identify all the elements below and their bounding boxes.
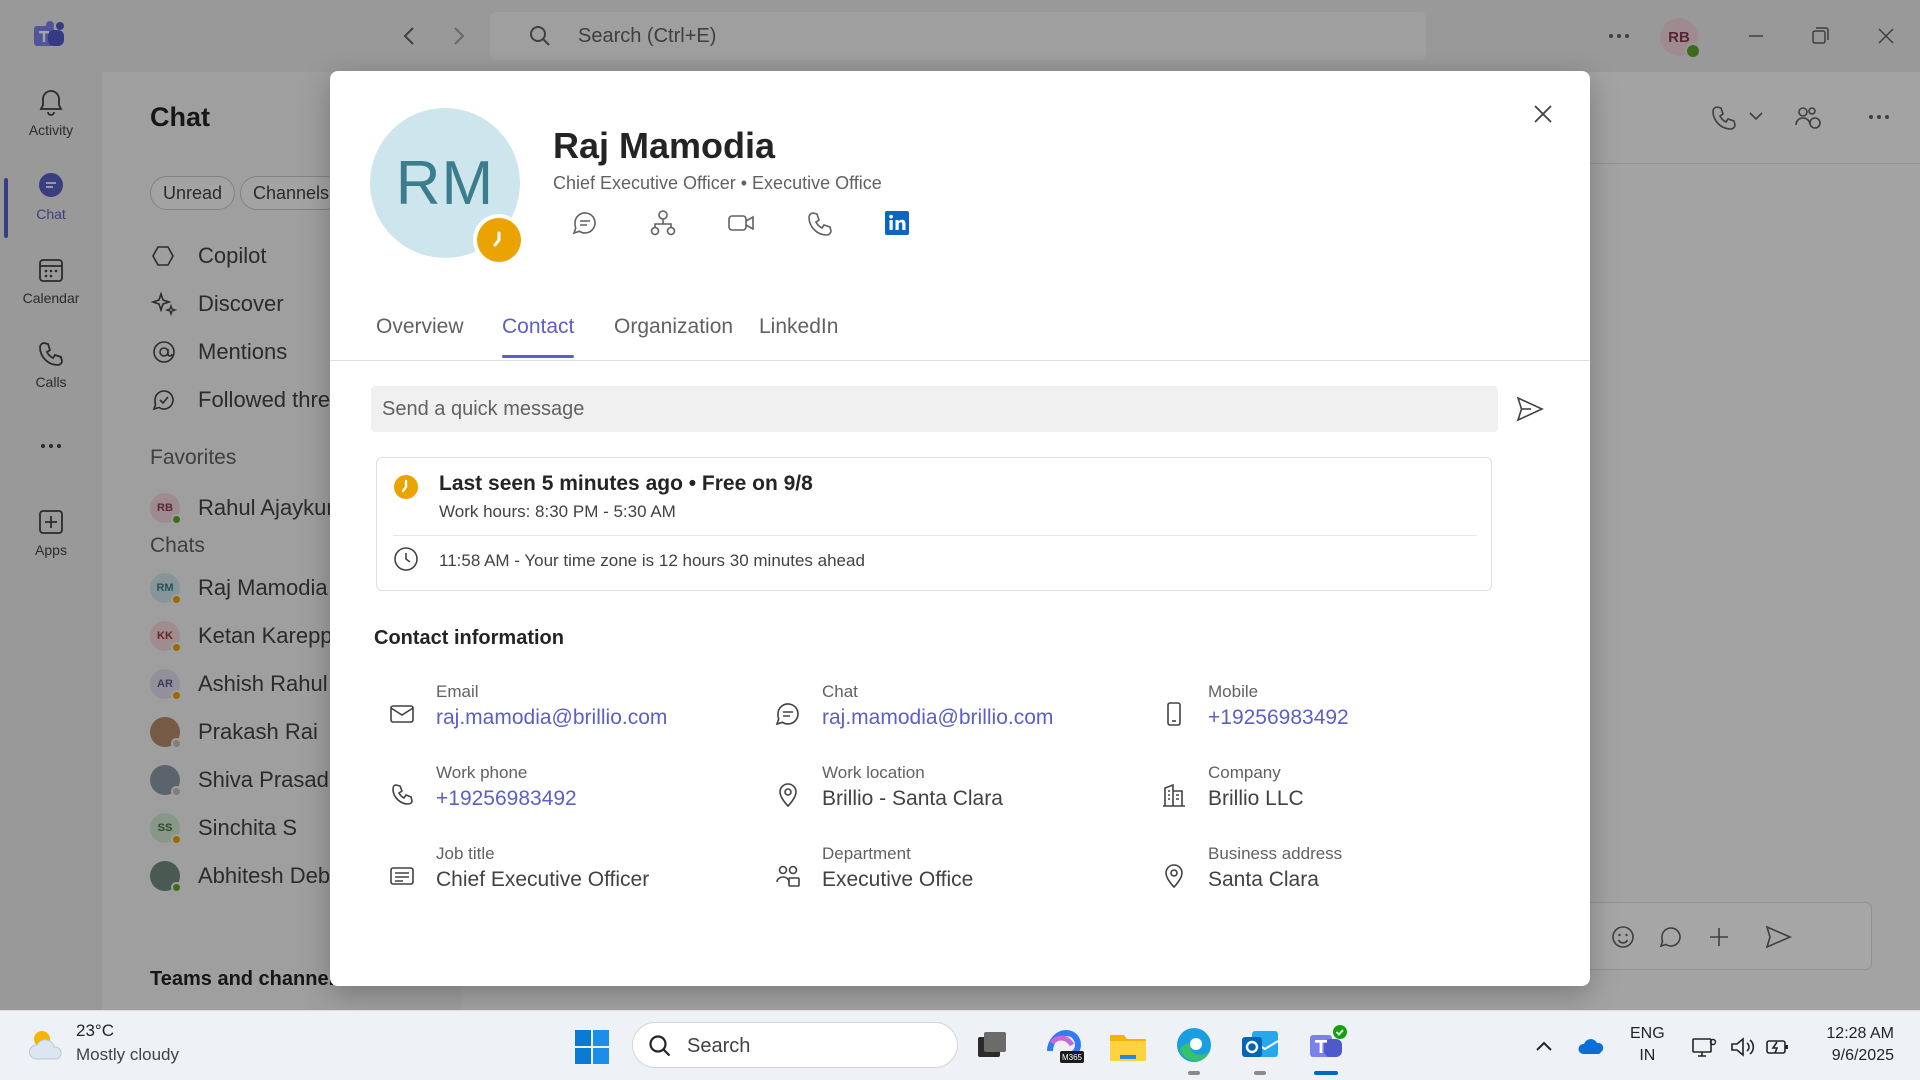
language-indicator[interactable]: ENG IN bbox=[1630, 1023, 1665, 1067]
clock-time: 12:28 AM bbox=[1826, 1025, 1894, 1042]
contact-label: Work phone bbox=[436, 763, 528, 782]
cloudy-weather-icon[interactable] bbox=[26, 1025, 68, 1065]
video-camera-icon bbox=[728, 215, 754, 231]
phone-icon bbox=[808, 212, 832, 236]
contact-work-location: Work location Brillio - Santa Clara bbox=[762, 763, 1122, 823]
chat-bubble-icon bbox=[572, 212, 596, 235]
taskbar-search-label: Search bbox=[687, 1035, 751, 1057]
chevron-up-icon[interactable] bbox=[1530, 1033, 1558, 1061]
taskbar-search[interactable]: Search bbox=[632, 1022, 958, 1068]
contact-job-title: Job title Chief Executive Officer bbox=[376, 844, 736, 904]
contact-label: Work location bbox=[822, 763, 925, 782]
contact-value: Executive Office bbox=[822, 868, 974, 891]
away-status-icon bbox=[394, 475, 418, 499]
location-pin-icon bbox=[779, 783, 797, 808]
mobile-phone-icon bbox=[1167, 702, 1181, 726]
video-call-action[interactable] bbox=[726, 208, 756, 238]
tab-overview[interactable]: Overview bbox=[376, 315, 464, 339]
audio-call-action[interactable] bbox=[804, 208, 834, 238]
volume-icon[interactable] bbox=[1728, 1033, 1756, 1061]
windows-taskbar: 23°C Mostly cloudy Search M365 ENG IN 12:… bbox=[0, 1010, 1920, 1080]
contact-value: Brillio LLC bbox=[1208, 787, 1304, 810]
clock-date: 9/6/2025 bbox=[1831, 1047, 1894, 1064]
contact-business-address: Business address Santa Clara bbox=[1148, 844, 1508, 904]
contact-label: Business address bbox=[1208, 844, 1343, 863]
profile-subtitle: Chief Executive Officer • Executive Offi… bbox=[553, 173, 882, 193]
system-clock[interactable]: 12:28 AM 9/6/2025 bbox=[1812, 1023, 1894, 1067]
contact-label: Job title bbox=[436, 844, 495, 863]
building-icon bbox=[1163, 783, 1185, 807]
time-zone-text: 11:58 AM - Your time zone is 12 hours 30… bbox=[439, 551, 865, 570]
chat-link[interactable]: raj.mamodia@brillio.com bbox=[822, 706, 1053, 730]
battery-charging-icon[interactable] bbox=[1764, 1033, 1792, 1061]
contact-value: Santa Clara bbox=[1208, 868, 1319, 891]
contact-label: Mobile bbox=[1208, 682, 1259, 701]
contact-company: Company Brillio LLC bbox=[1148, 763, 1508, 823]
weather-condition: Mostly cloudy bbox=[76, 1045, 179, 1064]
contact-work-phone: Work phone +19256983492 bbox=[376, 763, 736, 823]
contact-department: Department Executive Office bbox=[762, 844, 1122, 904]
running-indicator bbox=[1254, 1071, 1266, 1075]
department-icon bbox=[776, 865, 800, 887]
availability-card: Last seen 5 minutes ago • Free on 9/8 Wo… bbox=[376, 457, 1492, 591]
card-divider bbox=[393, 535, 1477, 536]
outlook-icon[interactable] bbox=[1238, 1023, 1282, 1067]
location-pin-icon bbox=[1165, 864, 1183, 889]
work-hours-text: Work hours: 8:30 PM - 5:30 AM bbox=[439, 502, 676, 521]
chat-action[interactable] bbox=[570, 208, 600, 238]
phone-icon bbox=[392, 784, 413, 805]
active-indicator bbox=[1314, 1071, 1338, 1075]
id-card-icon bbox=[390, 867, 414, 885]
last-seen-text: Last seen 5 minutes ago • Free on 9/8 bbox=[439, 472, 813, 495]
profile-name: Raj Mamodia bbox=[553, 125, 776, 166]
lang-code: ENG bbox=[1630, 1025, 1665, 1042]
org-chart-icon bbox=[650, 210, 676, 236]
presence-badge bbox=[473, 214, 525, 266]
file-explorer-icon[interactable] bbox=[1106, 1023, 1150, 1067]
linkedin-action[interactable] bbox=[882, 208, 912, 238]
org-chart-action[interactable] bbox=[648, 208, 678, 238]
task-view-icon[interactable] bbox=[970, 1023, 1014, 1067]
chat-bubble-icon bbox=[775, 703, 799, 726]
svg-text:M365: M365 bbox=[1062, 1053, 1083, 1062]
tab-contact[interactable]: Contact bbox=[502, 315, 575, 358]
send-icon[interactable] bbox=[1514, 393, 1546, 425]
contact-info-title: Contact information bbox=[374, 627, 564, 649]
close-icon[interactable] bbox=[1528, 99, 1558, 129]
contact-mobile: Mobile +19256983492 bbox=[1148, 682, 1508, 742]
quick-message-input[interactable]: Send a quick message bbox=[371, 386, 1498, 432]
contact-value: Chief Executive Officer bbox=[436, 868, 650, 891]
mail-icon bbox=[390, 705, 414, 723]
contact-email: Email raj.mamodia@brillio.com bbox=[376, 682, 736, 742]
microsoft365-icon[interactable]: M365 bbox=[1042, 1023, 1086, 1067]
teams-taskbar-icon[interactable] bbox=[1304, 1023, 1348, 1067]
away-clock-icon bbox=[493, 231, 501, 247]
contact-value: Brillio - Santa Clara bbox=[822, 787, 1003, 810]
profile-initials: RM bbox=[395, 148, 495, 218]
tabs-divider bbox=[330, 360, 1590, 361]
contact-label: Department bbox=[822, 844, 911, 863]
linkedin-icon bbox=[885, 211, 909, 235]
onedrive-icon[interactable] bbox=[1578, 1033, 1606, 1061]
work-phone-link[interactable]: +19256983492 bbox=[436, 787, 577, 811]
contact-label: Chat bbox=[822, 682, 858, 701]
contact-label: Email bbox=[436, 682, 479, 701]
tab-linkedin[interactable]: LinkedIn bbox=[759, 315, 838, 339]
contact-label: Company bbox=[1208, 763, 1281, 782]
tab-organization[interactable]: Organization bbox=[614, 315, 733, 339]
profile-avatar: RM bbox=[370, 108, 525, 266]
clock-icon bbox=[394, 547, 418, 571]
running-indicator bbox=[1188, 1071, 1200, 1075]
windows-start-icon[interactable] bbox=[574, 1029, 610, 1065]
email-link[interactable]: raj.mamodia@brillio.com bbox=[436, 706, 667, 730]
network-icon[interactable] bbox=[1690, 1033, 1718, 1061]
search-icon bbox=[649, 1035, 671, 1057]
region-code: IN bbox=[1639, 1047, 1656, 1064]
mobile-link[interactable]: +19256983492 bbox=[1208, 706, 1349, 730]
temperature: 23°C bbox=[76, 1021, 114, 1040]
profile-card-dialog: RM Raj Mamodia Chief Executive Officer •… bbox=[330, 71, 1590, 986]
edge-browser-icon[interactable] bbox=[1172, 1023, 1216, 1067]
contact-chat: Chat raj.mamodia@brillio.com bbox=[762, 682, 1122, 742]
